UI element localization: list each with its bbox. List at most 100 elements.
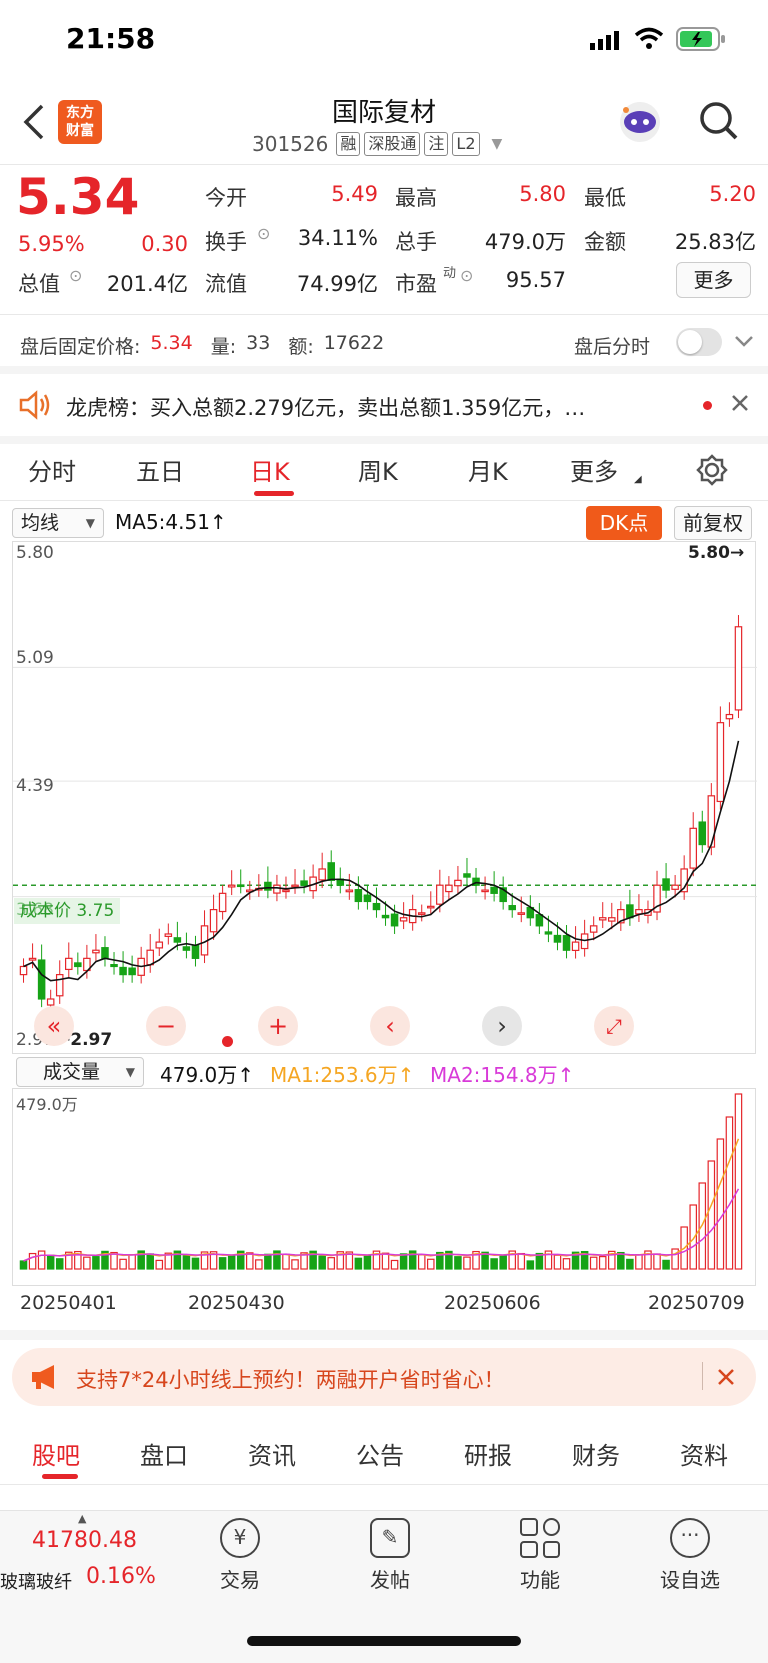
info-icon[interactable]: ⊙ <box>257 224 270 243</box>
volume-ma2: MA2:154.8万↑ <box>430 1063 575 1087</box>
candle-body <box>517 912 526 915</box>
banner-divider <box>702 1362 703 1390</box>
gear-icon[interactable] <box>696 454 728 490</box>
stock-code: 301526 <box>252 132 329 156</box>
after-hours-row: 盘后固定价格: 5.34 量: 33 额: 17622 <box>20 332 384 359</box>
volume-bar <box>707 1160 716 1270</box>
tab-more[interactable]: 更多 <box>570 452 618 487</box>
tab-financials[interactable]: 财务 <box>572 1436 620 1471</box>
volume-select[interactable]: 成交量 ▼ <box>16 1057 144 1087</box>
value-total-value: 201.4亿 <box>106 272 188 296</box>
volume-bar <box>490 1258 498 1270</box>
index-value[interactable]: 41780.48 <box>32 1528 137 1553</box>
kline-chart[interactable] <box>12 541 757 1054</box>
after-hours-switch-label: 盘后分时 <box>574 336 651 358</box>
label-volume: 总手 <box>395 230 437 254</box>
candle-body <box>236 884 245 888</box>
candle-body <box>345 889 354 893</box>
candle-body <box>553 934 562 943</box>
candle-body <box>209 908 218 933</box>
volume-ma1: MA1:253.6万↑ <box>270 1063 415 1087</box>
tab-add-watchlist[interactable]: ··· 设自选 <box>650 1518 730 1593</box>
candle-body <box>37 959 46 1000</box>
tab-research[interactable]: 研报 <box>464 1436 512 1471</box>
ma-select[interactable]: 均线 ▼ <box>12 508 104 538</box>
zoom-out-button[interactable]: − <box>146 1006 186 1046</box>
up-arrow-icon: ▲ <box>78 1512 87 1525</box>
select-arrow-icon: ▼ <box>85 516 95 530</box>
volume-bar <box>155 1259 164 1270</box>
candle-body <box>191 944 200 959</box>
volume-bar <box>381 1252 390 1270</box>
volume-bar <box>119 1258 127 1270</box>
scroll-right-button[interactable]: › <box>482 1006 522 1046</box>
volume-bar <box>653 1253 661 1270</box>
tab-weekly-k[interactable]: 周K <box>358 452 398 487</box>
volume-bar <box>327 1257 335 1270</box>
volume-bar <box>390 1259 399 1270</box>
after-hours-vol-label: 量: <box>210 336 237 358</box>
tab-monthly-k[interactable]: 月K <box>468 452 508 487</box>
volume-bar <box>517 1252 526 1270</box>
active-tab-indicator <box>254 491 294 496</box>
after-hours-amt: 17622 <box>323 332 385 354</box>
volume-bar <box>182 1255 191 1270</box>
chevron-down-icon[interactable] <box>734 334 754 353</box>
index-change[interactable]: 0.16% <box>86 1564 156 1589</box>
tab-functions[interactable]: 功能 <box>500 1518 580 1593</box>
search-icon[interactable] <box>698 100 740 146</box>
dk-point-button[interactable]: DK点 <box>586 506 662 540</box>
label-total-value: 总值 <box>18 272 60 296</box>
candle-body <box>146 949 154 966</box>
tab-trade-label: 交易 <box>220 1568 260 1592</box>
volume-bar <box>417 1254 426 1270</box>
candle-body <box>173 937 182 943</box>
after-hours-toggle[interactable] <box>676 328 722 356</box>
tab-trade[interactable]: ¥ 交易 <box>200 1518 280 1593</box>
scroll-left-button[interactable]: ‹ <box>370 1006 410 1046</box>
tab-announcements[interactable]: 公告 <box>356 1436 404 1471</box>
zoom-in-button[interactable]: + <box>258 1006 298 1046</box>
candle-body <box>300 880 308 886</box>
stock-code-row[interactable]: 301526 融 深股通 注 L2 ▼ <box>252 132 502 156</box>
after-hours-label: 盘后固定价格: <box>20 336 141 358</box>
close-icon[interactable] <box>731 394 749 416</box>
tab-news[interactable]: 资讯 <box>248 1436 296 1471</box>
tab-five-day[interactable]: 五日 <box>136 452 184 487</box>
date-label-1: 20250401 <box>20 1292 117 1314</box>
after-hours-amt-label: 额: <box>288 336 314 358</box>
cost-overlay-value: 3.68 <box>16 900 54 920</box>
fullscreen-icon[interactable]: ⤢ <box>594 1006 634 1046</box>
candle-body <box>327 862 335 881</box>
tab-forum[interactable]: 股吧 <box>32 1436 80 1471</box>
volume-bar <box>635 1254 643 1270</box>
candle-body <box>273 884 281 894</box>
back-to-start-icon[interactable]: « <box>34 1006 74 1046</box>
status-time: 21:58 <box>66 22 156 55</box>
candle-body <box>218 892 227 913</box>
forward-adjust-button[interactable]: 前复权 <box>674 506 752 540</box>
value-high: 5.80 <box>519 182 566 206</box>
tab-daily-k[interactable]: 日K <box>250 452 290 487</box>
volume-bar <box>218 1257 227 1270</box>
candle-body <box>19 965 28 976</box>
more-button[interactable]: 更多 <box>676 262 751 298</box>
info-icon[interactable]: ⊙ <box>460 266 473 285</box>
tab-profile[interactable]: 资料 <box>680 1436 728 1471</box>
candle-body <box>734 626 743 711</box>
tab-post[interactable]: ✎ 发帖 <box>350 1518 430 1593</box>
tab-intraday[interactable]: 分时 <box>28 452 76 487</box>
robot-assistant-icon[interactable] <box>618 100 662 148</box>
index-name[interactable]: 玻璃玻纤 <box>0 1568 72 1594</box>
dragon-tiger-notice[interactable]: 龙虎榜：买入总额2.279亿元，卖出总额1.359亿元，… <box>66 392 666 422</box>
volume-bar <box>19 1260 28 1270</box>
info-icon[interactable]: ⊙ <box>69 266 82 285</box>
candle-body <box>535 914 544 927</box>
tab-order-book[interactable]: 盘口 <box>140 1436 188 1471</box>
label-high: 最高 <box>395 186 437 210</box>
pe-superscript: 动 <box>443 266 457 281</box>
volume-chart[interactable] <box>12 1088 756 1286</box>
close-icon[interactable] <box>717 1368 735 1390</box>
volume-bar <box>553 1254 562 1270</box>
dropdown-icon[interactable]: ▼ <box>492 136 503 152</box>
